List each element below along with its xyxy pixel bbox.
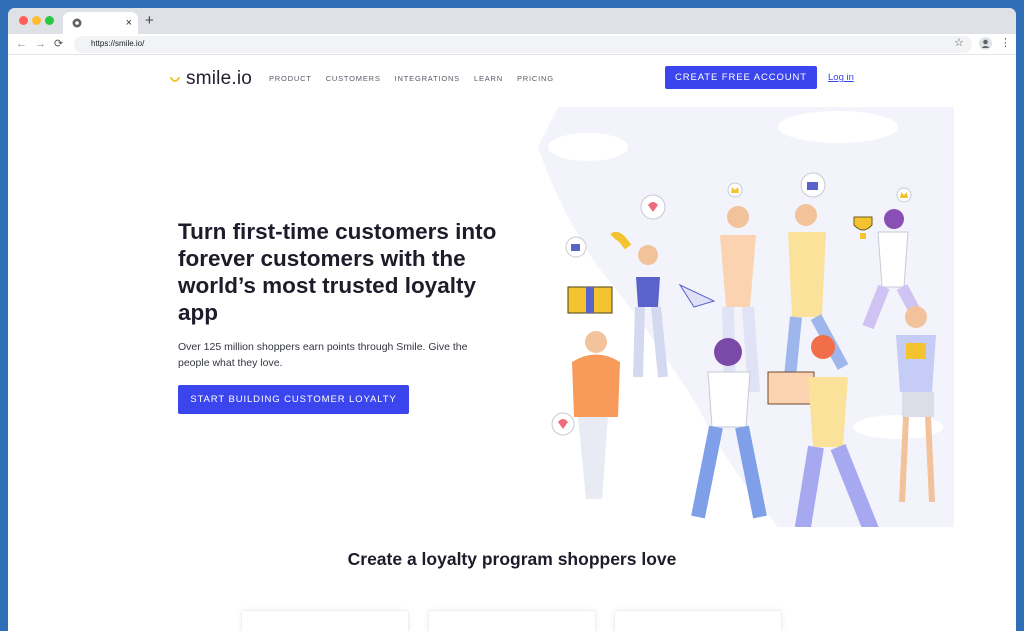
browser-tab[interactable]: × (63, 12, 138, 34)
main-nav: PRODUCT CUSTOMERS INTEGRATIONS LEARN PRI… (269, 74, 568, 83)
browser-menu-icon[interactable]: ⋮ (1000, 37, 1011, 49)
browser-titlebar: × + (8, 8, 1016, 34)
log-in-link[interactable]: Log in (828, 72, 854, 83)
close-window-button[interactable] (19, 16, 28, 25)
nav-pricing[interactable]: PRICING (517, 74, 554, 83)
heart-bubble-icon (640, 194, 666, 220)
logo-text: smile.io (186, 68, 253, 89)
minimize-window-button[interactable] (32, 16, 41, 25)
reload-icon[interactable]: ⟳ (54, 38, 63, 50)
nav-learn[interactable]: LEARN (474, 74, 503, 83)
thumbs-up-bubble-icon (800, 172, 826, 198)
smile-logo-icon (170, 77, 180, 82)
crown-icon (727, 182, 743, 198)
new-tab-button[interactable]: + (145, 12, 154, 30)
thumbs-up-bubble-icon (565, 236, 587, 258)
browser-toolbar: ← → ⟳ https://smile.io/ ☆ ⋮ (8, 34, 1016, 55)
hero-illustration (538, 107, 954, 527)
browser-window: × + ← → ⟳ https://smile.io/ ☆ ⋮ smile.io… (8, 8, 1016, 631)
heart-bubble-icon (551, 412, 575, 436)
bookmark-star-icon[interactable]: ☆ (954, 37, 964, 49)
address-bar[interactable]: https://smile.io/ (74, 36, 972, 53)
hero-subtitle: Over 125 million shoppers earn points th… (178, 341, 468, 369)
crown-icon (896, 187, 912, 203)
back-arrow-icon[interactable]: ← (16, 38, 27, 50)
maximize-window-button[interactable] (45, 16, 54, 25)
nav-product[interactable]: PRODUCT (269, 74, 312, 83)
favicon-icon (72, 18, 82, 28)
forward-arrow-icon[interactable]: → (35, 38, 46, 50)
tab-close-icon[interactable]: × (126, 16, 132, 30)
nav-customers[interactable]: CUSTOMERS (326, 74, 381, 83)
profile-avatar-icon[interactable] (979, 37, 992, 50)
feature-card[interactable] (614, 610, 782, 631)
web-page: smile.io PRODUCT CUSTOMERS INTEGRATIONS … (8, 55, 1016, 631)
nav-integrations[interactable]: INTEGRATIONS (395, 74, 460, 83)
start-building-loyalty-button[interactable]: START BUILDING CUSTOMER LOYALTY (178, 385, 409, 414)
smile-logo[interactable]: smile.io (169, 68, 252, 90)
feature-card[interactable] (428, 610, 596, 631)
url-text[interactable]: https://smile.io/ (91, 39, 144, 48)
feature-card[interactable] (241, 610, 409, 631)
section-title: Create a loyalty program shoppers love (347, 549, 677, 569)
create-free-account-button[interactable]: CREATE FREE ACCOUNT (665, 66, 817, 89)
hero-title: Turn first-time customers into forever c… (178, 219, 497, 325)
person-with-gift-left (567, 286, 620, 499)
